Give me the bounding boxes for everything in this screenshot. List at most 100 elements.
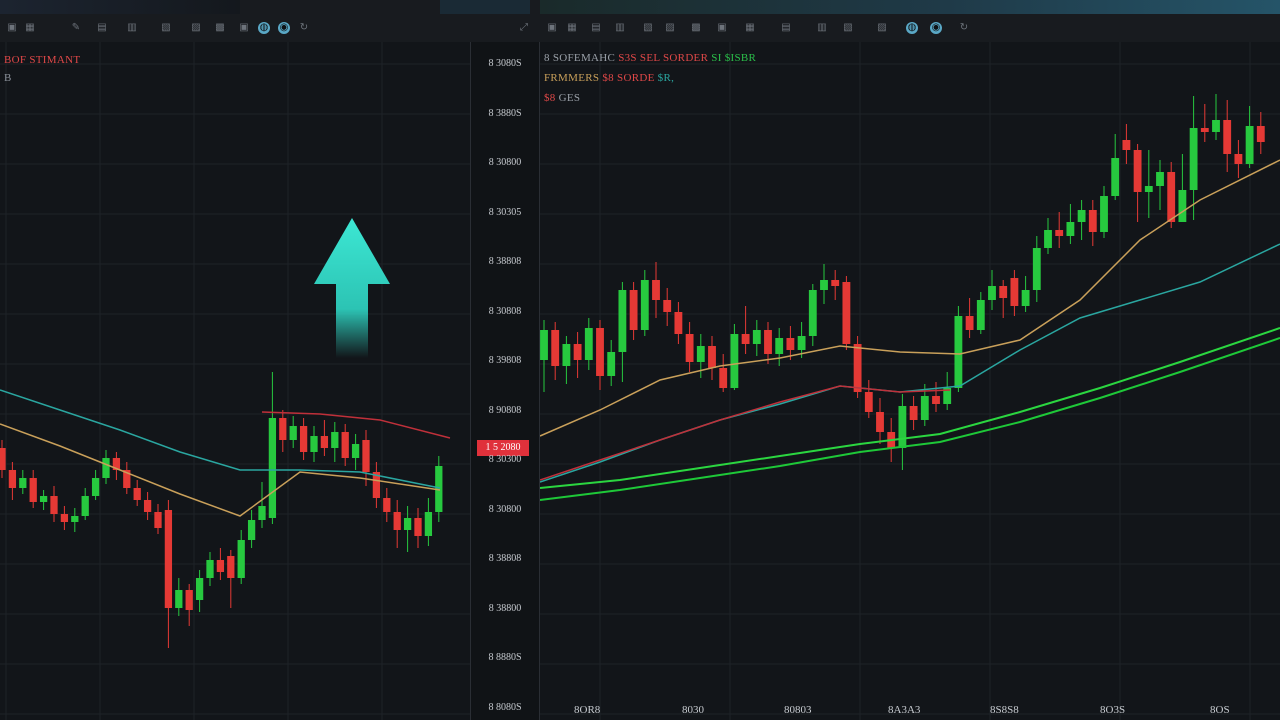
candle-body [663, 300, 672, 312]
price-axis[interactable]: 1 5 2080 8 3080S 8 3880S 8 30800 8 30305 8 3… [470, 42, 540, 720]
candle-body [1156, 172, 1164, 186]
candle [299, 418, 308, 460]
chart-icon-right[interactable]: ▥ [614, 22, 626, 34]
draw-icon-right[interactable]: ▧ [642, 22, 654, 34]
candle-body [741, 334, 750, 344]
right-legend-value-1: S3S SEL [618, 52, 660, 64]
candle-body [351, 444, 360, 458]
right-legend-ma-value-2: SORDE [617, 72, 655, 84]
candle [393, 500, 401, 548]
layout-icon[interactable]: ▨ [190, 22, 202, 34]
settings-icon[interactable]: ▤ [96, 22, 108, 34]
refresh-icon[interactable]: ↻ [298, 22, 310, 34]
candle-body [551, 330, 560, 366]
candle [102, 450, 110, 484]
candle-body [842, 282, 851, 344]
candle [258, 482, 266, 528]
left-chart-canvas[interactable] [0, 42, 470, 720]
right-chart-panel[interactable]: 8 SOFEMAHC S3S SEL SORDER SI $ISBR FRMME… [540, 42, 1280, 720]
candle-body [1178, 190, 1187, 222]
candle-body [91, 478, 100, 496]
replay-icon-right[interactable]: ▤ [590, 22, 602, 34]
refresh-icon-right[interactable]: ↻ [958, 22, 970, 34]
list-icon-right[interactable]: ▧ [842, 22, 854, 34]
info-icon[interactable]: ◉ [278, 22, 290, 34]
candle [216, 548, 225, 580]
left-chart-panel[interactable]: BOF STIMANT B [0, 42, 470, 720]
expand-icon[interactable]: ⤢ [518, 22, 530, 34]
candle [808, 284, 817, 346]
candle-body [797, 336, 806, 350]
candle [965, 298, 974, 338]
candle [1055, 212, 1064, 248]
candle [954, 306, 963, 392]
candle-body [1212, 120, 1220, 132]
candle [1212, 94, 1220, 140]
globe-icon-right[interactable]: ◍ [906, 22, 918, 34]
candle-body [81, 496, 89, 516]
candle-body [39, 496, 48, 502]
right-chart-canvas[interactable] [540, 42, 1280, 720]
table-icon-right[interactable]: ▥ [816, 22, 828, 34]
candle [81, 488, 89, 520]
toolbar-strip-mid [440, 0, 530, 14]
right-legend-line1: 8 SOFEMAHC S3S SEL SORDER SI $ISBR [544, 52, 756, 64]
candle [1200, 104, 1209, 142]
chart-icon[interactable]: ▣ [6, 22, 18, 34]
candle [112, 452, 121, 480]
candle-body [1133, 150, 1142, 192]
replay-icon[interactable]: ▧ [160, 22, 172, 34]
candle [19, 470, 27, 494]
indicator-icon[interactable]: ▦ [24, 22, 36, 34]
candle [1256, 112, 1265, 154]
alert-icon-right[interactable]: ▦ [566, 22, 578, 34]
price-axis-bottom-label: 8 8080S [488, 702, 522, 713]
candle [1100, 186, 1108, 238]
candle-body [331, 432, 339, 448]
candle-body [1245, 126, 1254, 164]
panel-icon-right[interactable]: ▨ [876, 22, 888, 34]
candle-body [1256, 126, 1265, 142]
candle-body [976, 300, 985, 330]
candle-body [752, 330, 761, 344]
candle-body [164, 510, 173, 608]
candle-body [8, 470, 17, 488]
share-icon[interactable]: ▣ [238, 22, 250, 34]
candles [0, 372, 443, 648]
draw-icon[interactable]: ✎ [70, 22, 82, 34]
price-tick-label: 8 3080S [488, 58, 522, 69]
layout-icon-right[interactable]: ▣ [546, 22, 558, 34]
candle-body [719, 368, 728, 388]
candle [932, 382, 940, 412]
alert-icon[interactable]: ▥ [126, 22, 138, 34]
candle [1133, 144, 1142, 222]
candle [596, 320, 604, 390]
candle [764, 322, 772, 364]
candle-body [1010, 278, 1019, 306]
candle-body [808, 290, 817, 336]
right-legend-line2: FRMMERS $8 SORDE $R, [544, 72, 674, 84]
candle [279, 410, 287, 452]
toolbar-strip-left [0, 0, 240, 14]
candle-body [102, 458, 110, 478]
candle-body [1055, 230, 1064, 236]
right-legend-line3: $8 GES [544, 92, 580, 104]
candle-body [1021, 290, 1030, 306]
candle [752, 320, 761, 356]
camera-icon[interactable]: ▩ [214, 22, 226, 34]
candle-body [1200, 128, 1209, 132]
globe-icon[interactable]: ◍ [258, 22, 270, 34]
price-tick-label: 8 8880S [488, 652, 522, 663]
candle [289, 416, 297, 448]
candle-body [831, 280, 840, 286]
grid-icon-right[interactable]: ▤ [780, 22, 792, 34]
info-icon-right[interactable]: ▦ [744, 22, 756, 34]
time-tick-label: 8OR8 [574, 704, 601, 716]
candle-body [786, 338, 795, 350]
candle [362, 430, 370, 486]
camera-icon-right[interactable]: ▩ [690, 22, 702, 34]
candle [195, 570, 204, 612]
info2-icon-right[interactable]: ◉ [930, 22, 942, 34]
settings-icon-right[interactable]: ▨ [664, 22, 676, 34]
share-icon-right[interactable]: ▣ [716, 22, 728, 34]
